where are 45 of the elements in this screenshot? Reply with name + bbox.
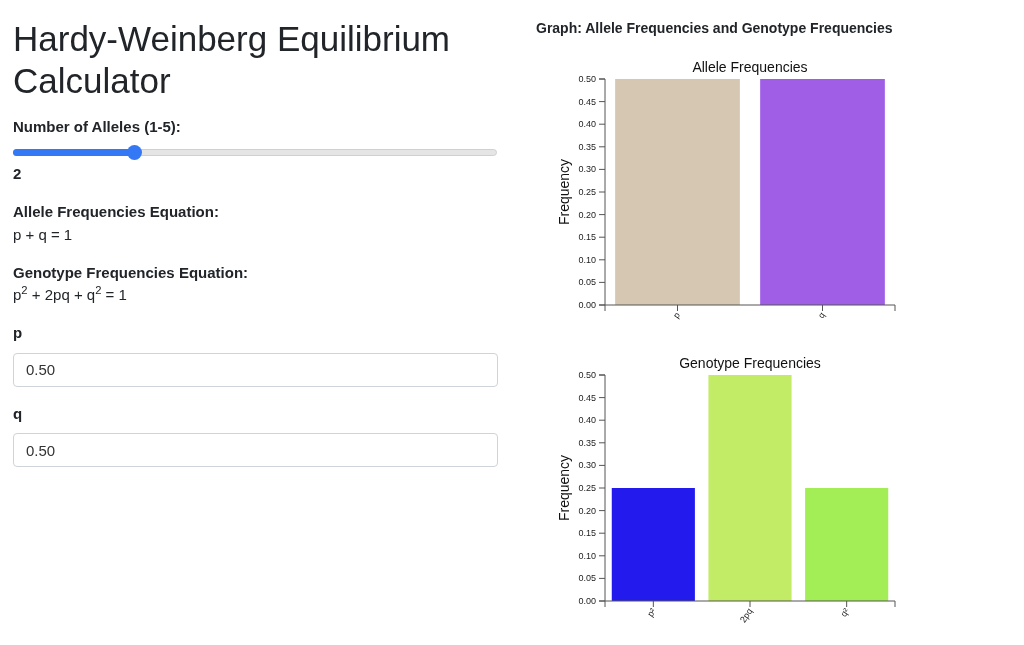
equation-text: p$^{2}$ + 2pq + q$^{2}$ = 1 [13,284,128,305]
y-tick-label: 0.00 [578,596,596,606]
x-tick-label: p² [645,606,658,619]
equation-label: Allele Frequencies Equation: [13,202,220,222]
y-tick-label: 0.30 [578,460,596,471]
y-tick-label: 0.20 [578,209,596,220]
graph-heading: Graph: Allele Frequencies and Genotype Frequencies [536,19,894,38]
chart-title: Genotype Frequencies [679,355,821,371]
y-tick-label: 0.35 [578,437,596,448]
chart-title: Allele Frequencies [692,59,808,75]
field-label: p [13,323,24,343]
slider-value: 2 [13,163,23,184]
y-tick-label: 0.25 [578,187,596,197]
y-tick-label: 0.05 [578,277,596,288]
y-tick-label: 0.15 [578,528,596,539]
x-tick-label: 2pq [737,606,755,625]
frequency-input[interactable]: 0.50 [13,433,498,467]
y-axis-label: Frequency [556,158,572,226]
y-tick-label: 0.30 [578,164,596,175]
y-axis-label: Frequency [556,454,572,522]
frequency-input[interactable]: 0.50 [13,352,498,387]
y-tick-label: 0.10 [578,550,596,561]
y-tick-label: 0.45 [578,96,596,107]
field-label: q [13,403,24,424]
y-tick-label: 0.50 [578,74,596,84]
y-tick-label: 0.35 [578,141,596,152]
y-tick-label: 0.40 [578,119,596,130]
y-tick-label: 0.25 [578,483,596,493]
slider-label: Number of Alleles (1-5): [13,117,182,137]
y-tick-label: 0.05 [578,573,596,584]
x-tick-label: q² [838,606,852,619]
y-tick-label: 0.10 [578,254,596,265]
alleles-slider[interactable] [13,144,497,161]
equation-text: p + q = 1 [13,224,74,245]
y-tick-label: 0.40 [578,415,596,426]
y-tick-label: 0.45 [578,392,596,403]
slider-thumb[interactable] [127,145,142,160]
y-tick-label: 0.00 [578,300,596,310]
x-tick-label: p [671,310,683,321]
page-title: Hardy-Weinberg Equilibrium Calculator [13,18,452,102]
y-tick-label: 0.20 [578,505,596,516]
x-tick-label: q [816,310,828,321]
equation-label: Genotype Frequencies Equation: [13,262,250,283]
y-tick-label: 0.15 [578,232,596,243]
y-tick-label: 0.50 [578,370,596,380]
